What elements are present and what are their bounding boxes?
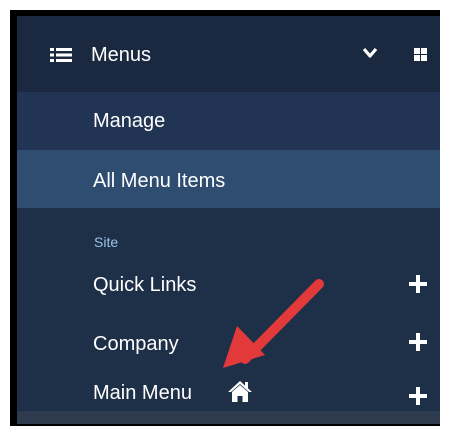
menus-header[interactable]: Menus — [17, 16, 440, 92]
section-heading-site: Site — [94, 234, 119, 250]
nav-item-all-menu-items[interactable]: All Menu Items — [17, 150, 440, 208]
menu-item-label: Main Menu — [93, 382, 192, 404]
grid-icon[interactable] — [414, 48, 427, 61]
sidebar: Menus Manage All Menu Items Site Quick L… — [17, 16, 440, 424]
plus-icon[interactable] — [409, 333, 427, 351]
home-icon — [228, 381, 252, 402]
nav-item-label: Manage — [93, 110, 166, 132]
menu-item-label: Quick Links — [93, 274, 197, 296]
menu-item-company[interactable]: Company — [17, 324, 440, 368]
list-icon — [50, 48, 72, 62]
screenshot-frame: Menus Manage All Menu Items Site Quick L… — [10, 10, 440, 426]
sidebar-bottom-divider — [17, 411, 440, 424]
menus-title: Menus — [91, 44, 152, 66]
menu-item-label: Company — [93, 333, 179, 355]
nav-item-manage[interactable]: Manage — [17, 92, 440, 150]
plus-icon[interactable] — [409, 387, 427, 405]
menu-item-quick-links[interactable]: Quick Links — [17, 265, 440, 309]
nav-item-label: All Menu Items — [93, 170, 226, 192]
plus-icon[interactable] — [409, 275, 427, 293]
chevron-down-icon[interactable] — [362, 46, 378, 60]
